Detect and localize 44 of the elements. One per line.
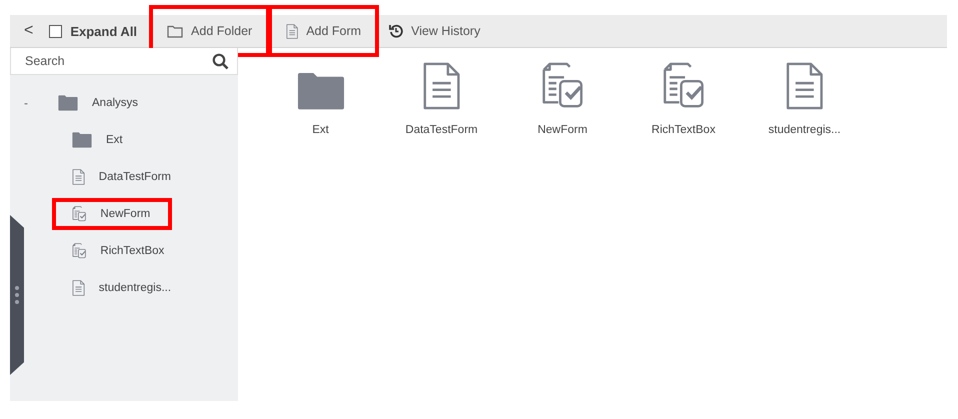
folder-icon [167,24,184,38]
tree-item[interactable]: Analysys [90,95,140,111]
checklist-icon [662,62,706,110]
item-label[interactable]: Ext [312,124,329,136]
toolbar-button[interactable]: Add Folder [159,15,260,47]
toolbar-button[interactable]: Add Form [278,15,370,47]
tree-row[interactable]: Ext [72,128,125,152]
item-label[interactable]: RichTextBox [652,124,716,136]
item-label[interactable]: studentregis... [768,124,841,136]
checklist-icon [540,62,584,110]
folder-icon [296,72,344,110]
tree-item-label: NewForm [99,207,152,222]
tree-item-label: DataTestForm [98,170,172,185]
history-icon [389,24,404,38]
document-icon [785,62,824,110]
search-input[interactable]: Search [23,53,212,69]
document-icon [72,280,85,296]
back-button[interactable]: < [18,22,40,40]
expand-all-label: Expand All [70,24,138,38]
button-label: View History [411,24,480,38]
tree-row[interactable]: DataTestForm [72,165,174,189]
checklist-icon [72,206,86,222]
tree-item-label: RichTextBox [99,244,166,259]
button-label: Add Folder [191,24,252,38]
search-icon[interactable] [212,52,229,70]
tree-item-label: Ext [105,133,124,148]
document-icon [72,169,85,185]
tree-item-label: studentregis... [98,281,172,296]
collapse-toggle[interactable]: - [24,96,34,110]
toolbar-button[interactable]: View History [381,15,488,47]
document-icon [286,24,298,38]
highlighted-tree-item[interactable]: NewForm [56,202,168,226]
document-icon [422,62,461,110]
checkbox[interactable] [49,24,62,38]
tree-row[interactable]: studentregis... [72,276,174,300]
search-bar[interactable]: Search [10,48,238,75]
folder-icon [72,132,92,148]
item-label[interactable]: NewForm [538,124,588,136]
folder-icon [58,95,78,111]
checklist-icon [72,243,86,259]
tree-row[interactable]: RichTextBox [72,239,166,263]
expand-all-checkbox[interactable]: Expand All [45,24,148,38]
button-label: Add Form [306,24,362,38]
item-label[interactable]: DataTestForm [405,124,478,136]
